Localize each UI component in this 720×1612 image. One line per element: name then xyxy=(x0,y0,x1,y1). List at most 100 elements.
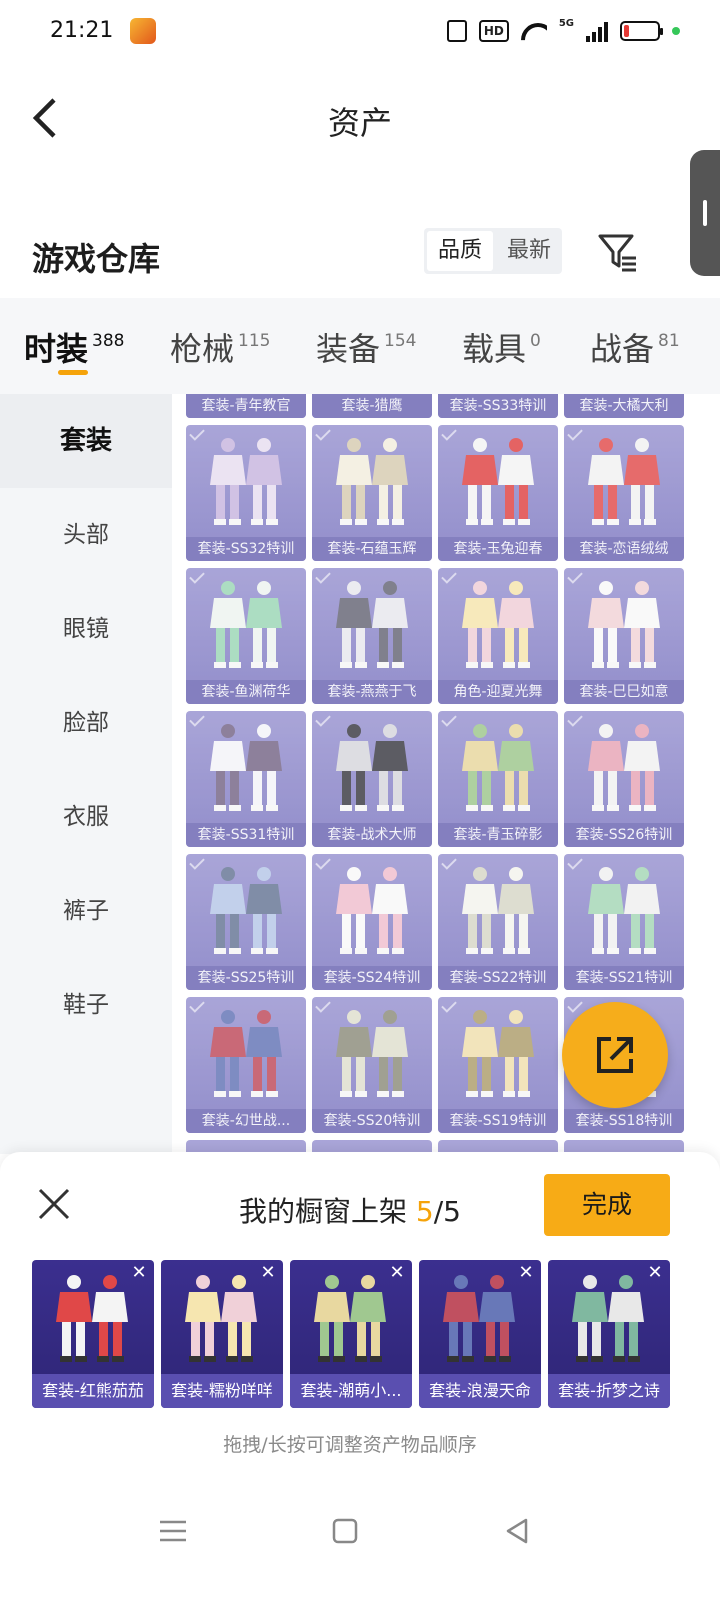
grid-item[interactable]: 套装-SS20特训 xyxy=(312,997,432,1133)
item-label: 套装-折梦之诗 xyxy=(548,1374,670,1408)
showcase-item[interactable]: ✕ 套装-潮萌小... xyxy=(290,1260,412,1408)
outfit-image xyxy=(562,1272,656,1372)
tab-supplies[interactable]: 战备 81 xyxy=(590,324,680,370)
item-label: 套装-石蕴玉辉 xyxy=(312,537,432,561)
item-label: 套装-SS22特训 xyxy=(438,966,558,990)
outfit-image xyxy=(452,578,544,674)
grid-item[interactable]: 角色-迎夏光舞 xyxy=(438,568,558,704)
grid-item[interactable]: 套装-SS32特训 xyxy=(186,425,306,561)
grid-item[interactable]: 套装-SS33特训 xyxy=(438,394,558,418)
hd-icon: HD xyxy=(478,20,509,42)
grid-item[interactable]: 套装-SS25特训 xyxy=(186,854,306,990)
item-label: 套装-SS21特训 xyxy=(564,966,684,990)
grid-item[interactable]: 套装-青年教官 xyxy=(186,394,306,418)
remove-icon[interactable]: ✕ xyxy=(388,1264,406,1282)
showcase-count: 5 xyxy=(415,1195,434,1228)
item-label: 套装-SS25特训 xyxy=(186,966,306,990)
status-time: 21:21 xyxy=(50,18,114,43)
sort-quality[interactable]: 品质 xyxy=(427,231,493,271)
item-label: 套装-燕燕于飞 xyxy=(312,680,432,704)
grid-item[interactable]: 套装-SS31特训 xyxy=(186,711,306,847)
grid-item[interactable]: 套装-SS19特训 xyxy=(438,997,558,1133)
outfit-image xyxy=(304,1272,398,1372)
wifi-icon xyxy=(521,21,547,41)
remove-icon[interactable]: ✕ xyxy=(646,1264,664,1282)
tab-fashion[interactable]: 时装 388 xyxy=(24,324,124,370)
remove-icon[interactable]: ✕ xyxy=(130,1264,148,1282)
outfit-image xyxy=(200,721,292,817)
grid-item[interactable]: 套装-青玉碎影 xyxy=(438,711,558,847)
subcategory-sidebar: 套装 头部 眼镜 脸部 衣服 裤子 鞋子 xyxy=(0,394,172,1154)
outfit-image xyxy=(326,864,418,960)
sidebar-item-face[interactable]: 脸部 xyxy=(0,676,172,770)
grid-item[interactable]: 套装-SS24特训 xyxy=(312,854,432,990)
showcase-item[interactable]: ✕ 套装-糯粉咩咩 xyxy=(161,1260,283,1408)
outfit-image xyxy=(200,864,292,960)
sort-latest[interactable]: 最新 xyxy=(496,228,562,274)
grid-item[interactable]: 套装-石蕴玉辉 xyxy=(312,425,432,561)
category-tabs: 时装 388 枪械 115 装备 154 载具 0 战备 81 xyxy=(0,298,720,394)
item-label: 套装-幻世战... xyxy=(186,1109,306,1133)
item-label: 套装-红熊茄茄 xyxy=(32,1374,154,1408)
item-label: 套装-SS26特训 xyxy=(564,823,684,847)
tab-guns[interactable]: 枪械 115 xyxy=(170,324,270,370)
item-label: 套装-SS18特训 xyxy=(564,1109,684,1133)
tab-equipment[interactable]: 装备 154 xyxy=(316,324,416,370)
showcase-item[interactable]: ✕ 套装-折梦之诗 xyxy=(548,1260,670,1408)
outfit-image xyxy=(433,1272,527,1372)
outfit-image xyxy=(46,1272,140,1372)
sidebar-item-head[interactable]: 头部 xyxy=(0,488,172,582)
battery-icon xyxy=(620,21,663,41)
sidebar-item-suit[interactable]: 套装 xyxy=(0,394,172,488)
page-title: 资产 xyxy=(327,104,392,142)
status-bar: 21:21 HD 5G xyxy=(0,0,720,66)
system-nav-bar xyxy=(0,1500,720,1612)
item-label: 套装-鱼渊荷华 xyxy=(186,680,306,704)
grid-item[interactable]: 套装-鱼渊荷华 xyxy=(186,568,306,704)
back-nav-icon[interactable] xyxy=(500,1514,534,1548)
showcase-item[interactable]: ✕ 套装-浪漫天命 xyxy=(419,1260,541,1408)
outfit-image xyxy=(175,1272,269,1372)
vibrate-icon xyxy=(446,20,467,42)
app-notification-icon xyxy=(130,18,156,44)
item-label: 套装-潮萌小... xyxy=(290,1374,412,1408)
grid-item[interactable]: 套装-巳巳如意 xyxy=(564,568,684,704)
item-label: 套装-恋语绒绒 xyxy=(564,537,684,561)
outfit-image xyxy=(326,435,418,531)
outfit-image xyxy=(578,864,670,960)
outfit-image xyxy=(200,435,292,531)
sidebar-item-clothes[interactable]: 衣服 xyxy=(0,770,172,864)
outfit-image xyxy=(452,721,544,817)
grid-item[interactable]: 套装-玉兔迎春 xyxy=(438,425,558,561)
grid-item[interactable]: 套装-大橘大利 xyxy=(564,394,684,418)
grid-item[interactable]: 套装-战术大师 xyxy=(312,711,432,847)
item-label: 套装-青玉碎影 xyxy=(438,823,558,847)
remove-icon[interactable]: ✕ xyxy=(517,1264,535,1282)
tab-vehicles[interactable]: 载具 0 xyxy=(462,324,541,370)
item-label: 套装-SS24特训 xyxy=(312,966,432,990)
grid-item[interactable]: 套装-猎鹰 xyxy=(312,394,432,418)
outfit-image xyxy=(326,1007,418,1103)
grid-item[interactable]: 套装-SS26特训 xyxy=(564,711,684,847)
home-icon[interactable] xyxy=(328,1514,362,1548)
status-icons: HD 5G xyxy=(446,18,680,42)
grid-item[interactable]: 套装-SS22特训 xyxy=(438,854,558,990)
floating-side-handle[interactable] xyxy=(690,150,720,276)
share-fab[interactable] xyxy=(562,1002,668,1108)
remove-icon[interactable]: ✕ xyxy=(259,1264,277,1282)
grid-item[interactable]: 套装-幻世战... xyxy=(186,997,306,1133)
filter-button[interactable] xyxy=(598,232,638,272)
grid-item[interactable]: 套装-恋语绒绒 xyxy=(564,425,684,561)
sidebar-item-pants[interactable]: 裤子 xyxy=(0,864,172,958)
item-label: 套装-SS31特训 xyxy=(186,823,306,847)
outfit-image xyxy=(578,578,670,674)
done-button[interactable]: 完成 xyxy=(544,1174,670,1236)
outfit-image xyxy=(578,721,670,817)
menu-icon[interactable] xyxy=(156,1514,190,1548)
grid-item[interactable]: 套装-SS21特训 xyxy=(564,854,684,990)
sidebar-item-shoes[interactable]: 鞋子 xyxy=(0,958,172,1052)
item-label: 套装-青年教官 xyxy=(186,394,306,418)
sidebar-item-glasses[interactable]: 眼镜 xyxy=(0,582,172,676)
grid-item[interactable]: 套装-燕燕于飞 xyxy=(312,568,432,704)
showcase-item[interactable]: ✕ 套装-红熊茄茄 xyxy=(32,1260,154,1408)
